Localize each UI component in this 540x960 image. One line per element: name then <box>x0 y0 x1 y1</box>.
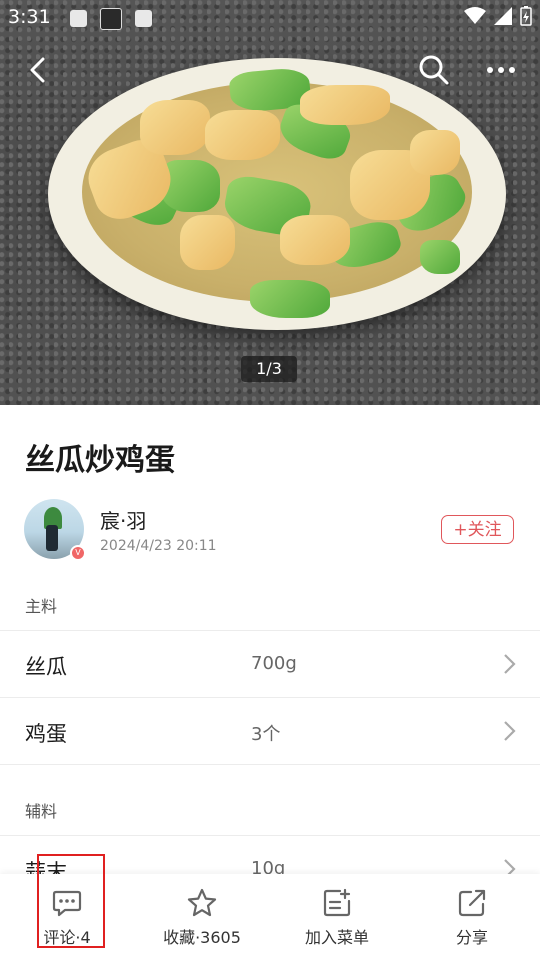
ingredient-row[interactable]: 鸡蛋 3个 <box>0 697 540 764</box>
comment-button[interactable]: 评论·4 <box>28 874 106 960</box>
accessibility-notification-icon <box>135 10 152 27</box>
ingredient-name: 丝瓜 <box>25 655 67 679</box>
signal-icon <box>494 7 512 25</box>
chevron-right-icon <box>504 721 516 741</box>
share-label: 分享 <box>455 928 488 947</box>
comment-label: 评论·4 <box>43 928 91 947</box>
back-button[interactable] <box>18 50 58 90</box>
section-divider <box>0 764 540 766</box>
recipe-photo[interactable]: 3:31 1/3 <box>0 0 540 405</box>
image-page-indicator: 1/3 <box>241 356 297 382</box>
status-time: 3:31 <box>8 6 51 28</box>
star-icon <box>187 888 217 917</box>
ingredient-amount: 700g <box>251 653 297 674</box>
comment-icon <box>52 890 82 917</box>
aux-ingredients-heading: 辅料 <box>25 802 58 821</box>
ingredient-name: 鸡蛋 <box>25 722 67 746</box>
more-button[interactable] <box>481 50 521 90</box>
recipe-title: 丝瓜炒鸡蛋 <box>25 443 175 478</box>
add-to-menu-button[interactable]: 加入菜单 <box>287 874 387 960</box>
favorite-button[interactable]: 收藏·3605 <box>152 874 252 960</box>
favorite-label: 收藏·3605 <box>163 928 241 947</box>
share-button[interactable]: 分享 <box>432 874 512 960</box>
search-icon <box>419 55 449 85</box>
follow-button[interactable]: +关注 <box>441 515 514 544</box>
verified-badge-icon: V <box>70 545 86 561</box>
more-dots-icon <box>487 67 515 73</box>
post-date: 2024/4/23 20:11 <box>100 538 217 554</box>
author-name[interactable]: 宸·羽 <box>100 505 146 534</box>
app-notification-icon <box>100 8 122 30</box>
ingredient-row[interactable]: 丝瓜 700g <box>0 630 540 697</box>
back-arrow-icon <box>30 57 45 83</box>
search-button[interactable] <box>414 50 454 90</box>
share-icon <box>458 889 486 917</box>
main-ingredients-heading: 主料 <box>25 597 58 616</box>
ingredient-amount: 3个 <box>251 724 281 745</box>
status-bar: 3:31 <box>0 0 540 36</box>
add-to-menu-label: 加入菜单 <box>304 928 369 947</box>
wifi-icon <box>464 7 486 24</box>
chevron-right-icon <box>504 654 516 674</box>
recipe-details: 丝瓜炒鸡蛋 V 宸·羽 2024/4/23 20:11 +关注 主料 丝瓜 70… <box>0 405 540 884</box>
add-menu-icon <box>323 888 351 917</box>
bottom-action-bar: 评论·4 收藏·3605 加入菜单 分享 <box>0 874 540 960</box>
battery-icon <box>520 6 532 26</box>
gallery-notification-icon <box>70 10 87 27</box>
